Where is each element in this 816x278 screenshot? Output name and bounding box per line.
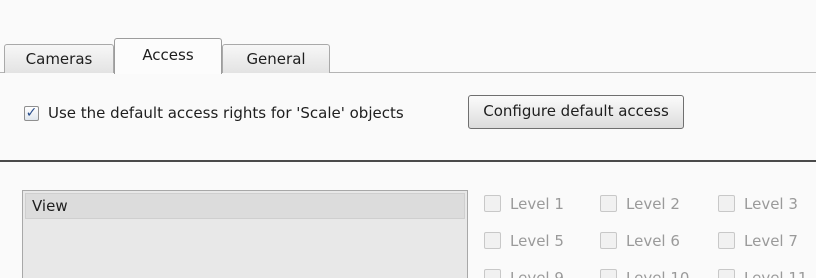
- level-10-checkbox[interactable]: Level 10: [600, 267, 700, 278]
- default-access-checkbox[interactable]: ✓: [24, 106, 39, 121]
- level-label: Level 2: [626, 195, 680, 213]
- checkbox-box[interactable]: [484, 269, 501, 278]
- level-label: Level 10: [626, 269, 690, 278]
- tab-strip: Cameras Access General: [0, 0, 816, 74]
- checkbox-box[interactable]: [718, 269, 735, 278]
- permission-list[interactable]: View: [22, 190, 468, 278]
- level-label: Level 9: [510, 269, 564, 278]
- configure-default-access-button[interactable]: Configure default access: [468, 95, 684, 129]
- level-label: Level 5: [510, 232, 564, 250]
- access-settings-panel: Cameras Access General ✓ Use the default…: [0, 0, 816, 278]
- tab-access[interactable]: Access: [114, 38, 222, 74]
- checkbox-box[interactable]: [600, 232, 617, 249]
- level-7-checkbox[interactable]: Level 7: [718, 230, 816, 252]
- level-6-checkbox[interactable]: Level 6: [600, 230, 700, 252]
- checkbox-box[interactable]: [600, 195, 617, 212]
- permission-item-view[interactable]: View: [25, 193, 465, 219]
- checkbox-box[interactable]: [484, 232, 501, 249]
- tab-general[interactable]: General: [222, 44, 330, 73]
- level-3-checkbox[interactable]: Level 3: [718, 193, 816, 215]
- level-1-checkbox[interactable]: Level 1: [484, 193, 584, 215]
- level-label: Level 1: [510, 195, 564, 213]
- level-label: Level 11: [744, 269, 808, 278]
- section-separator: [0, 160, 816, 162]
- level-5-checkbox[interactable]: Level 5: [484, 230, 584, 252]
- checkbox-box[interactable]: [718, 232, 735, 249]
- checkbox-box[interactable]: [600, 269, 617, 278]
- level-label: Level 7: [744, 232, 798, 250]
- level-9-checkbox[interactable]: Level 9: [484, 267, 584, 278]
- level-11-checkbox[interactable]: Level 11: [718, 267, 816, 278]
- default-access-label: Use the default access rights for 'Scale…: [48, 104, 404, 122]
- level-label: Level 6: [626, 232, 680, 250]
- level-label: Level 3: [744, 195, 798, 213]
- checkbox-box[interactable]: [484, 195, 501, 212]
- checkbox-box[interactable]: [718, 195, 735, 212]
- tab-cameras[interactable]: Cameras: [4, 44, 114, 73]
- level-2-checkbox[interactable]: Level 2: [600, 193, 700, 215]
